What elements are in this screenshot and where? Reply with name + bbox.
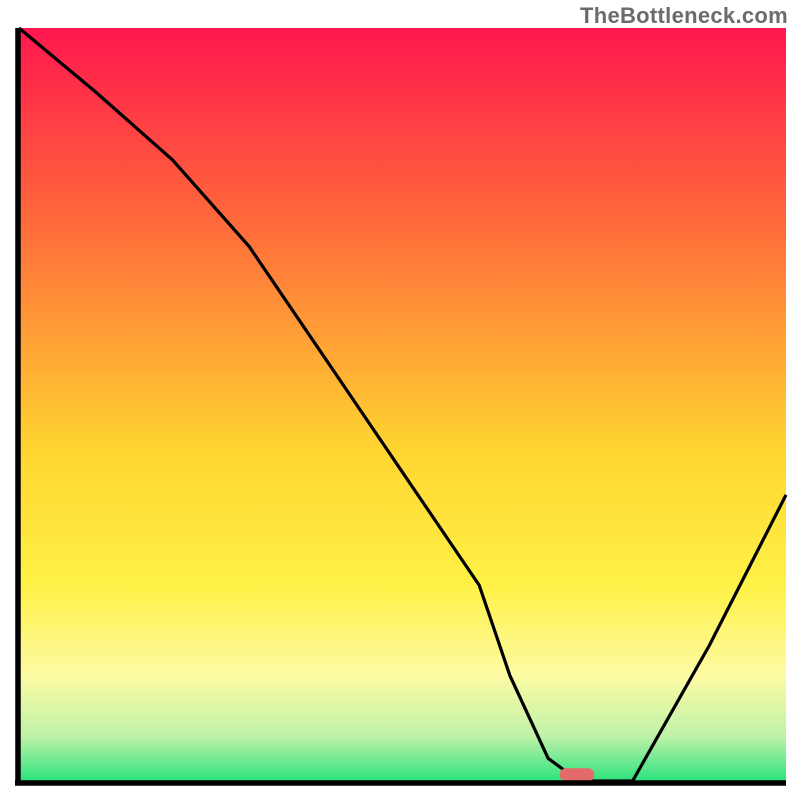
chart-container: TheBottleneck.com xyxy=(0,0,800,800)
chart-canvas xyxy=(0,0,800,800)
watermark-text: TheBottleneck.com xyxy=(580,3,788,29)
optimal-marker xyxy=(560,768,595,781)
plot-background xyxy=(19,28,786,781)
